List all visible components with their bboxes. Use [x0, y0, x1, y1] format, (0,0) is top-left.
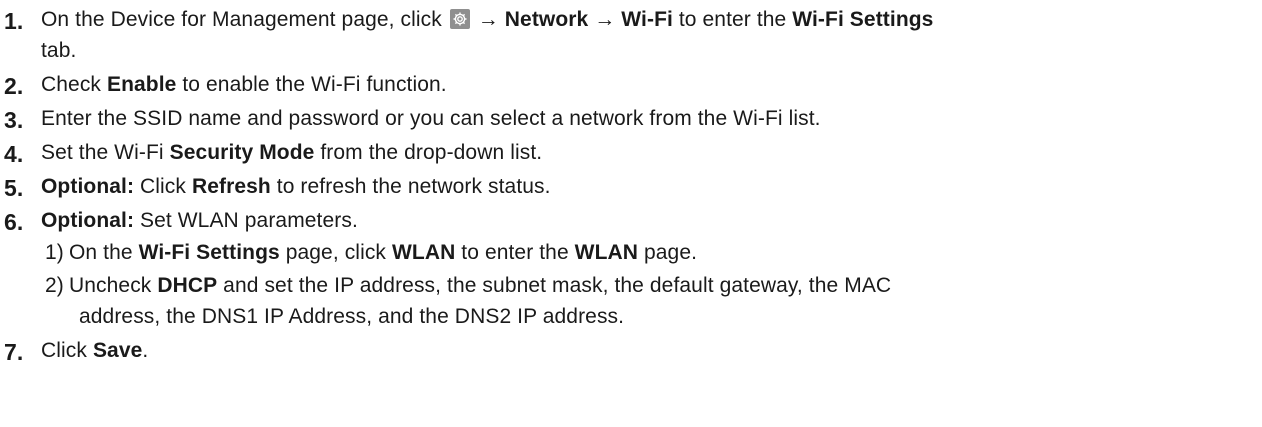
gear-icon: [449, 9, 470, 29]
step-text: Set the Wi-Fi Security Mode from the dro…: [41, 141, 543, 164]
substep-text: address, the DNS1 IP Address, and the DN…: [79, 305, 625, 328]
step-number: 3.: [4, 107, 24, 133]
step-text: On the Device for Management page, click…: [41, 8, 934, 31]
step-text: Optional: Set WLAN parameters.: [41, 209, 358, 232]
step-6: 6. Optional: Set WLAN parameters. 1) On …: [0, 205, 1262, 332]
step-4: 4. Set the Wi-Fi Security Mode from the …: [0, 137, 1262, 168]
step-text: Optional: Click Refresh to refresh the n…: [41, 175, 551, 198]
step-7: 7. Click Save.: [0, 335, 1262, 366]
step-text: Click Save.: [41, 339, 149, 362]
substep-2: 2) Uncheck DHCP and set the IP address, …: [41, 270, 1262, 332]
step-2: 2. Check Enable to enable the Wi-Fi func…: [0, 69, 1262, 100]
step-number: 5.: [4, 175, 24, 201]
substep-text: On the Wi-Fi Settings page, click WLAN t…: [69, 241, 698, 264]
step-text: tab.: [41, 39, 77, 62]
step-number: 7.: [4, 339, 24, 365]
step-number: 4.: [4, 141, 24, 167]
step-text: Enter the SSID name and password or you …: [41, 107, 821, 130]
step-3: 3. Enter the SSID name and password or y…: [0, 103, 1262, 134]
step-number: 1.: [4, 8, 24, 34]
substep-1: 1) On the Wi-Fi Settings page, click WLA…: [41, 237, 1262, 268]
substep-text: Uncheck DHCP and set the IP address, the…: [69, 274, 892, 297]
step-text: Check Enable to enable the Wi-Fi functio…: [41, 73, 447, 96]
substep-number: 1): [45, 241, 64, 264]
step-number: 6.: [4, 209, 24, 235]
step-1: 1. On the Device for Management page, cl…: [0, 4, 1262, 66]
substep-list: 1) On the Wi-Fi Settings page, click WLA…: [41, 237, 1262, 332]
instruction-steps: 1. On the Device for Management page, cl…: [0, 0, 1262, 366]
step-5: 5. Optional: Click Refresh to refresh th…: [0, 171, 1262, 202]
step-number: 2.: [4, 73, 24, 99]
substep-number: 2): [45, 274, 64, 297]
